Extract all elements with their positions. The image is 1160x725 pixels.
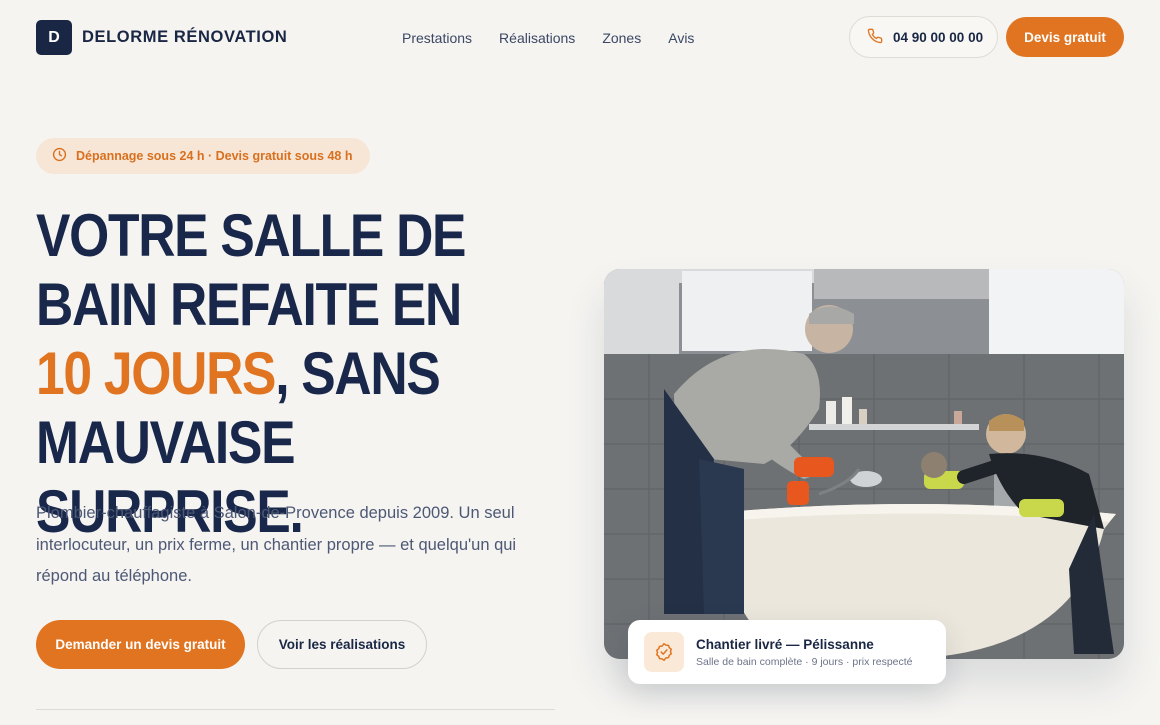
page: D DELORME RÉNOVATION Prestations Réalisa…	[0, 0, 1160, 725]
phone-icon	[867, 28, 883, 47]
headline-accent: 10 JOURS	[36, 340, 276, 407]
nav-item-prestations[interactable]: Prestations	[402, 30, 472, 46]
divider	[36, 709, 555, 710]
proof-card: Chantier livré — Pélissanne Salle de bai…	[628, 620, 946, 684]
brand-name: DELORME RÉNOVATION	[82, 28, 288, 46]
logo[interactable]: D DELORME RÉNOVATION	[36, 20, 287, 55]
headline-line-2: BAIN REFAITE EN	[36, 271, 462, 338]
headline-line-1: VOTRE SALLE DE	[36, 202, 466, 269]
availability-badge: Dépannage sous 24 h · Devis gratuit sous…	[36, 138, 370, 174]
badge-text: Dépannage sous 24 h · Devis gratuit sous…	[76, 149, 353, 163]
logo-mark: D	[36, 20, 72, 55]
clock-icon	[52, 147, 67, 165]
hero-description: Plombier-chauffagiste à Salon-de-Provenc…	[36, 504, 517, 585]
proof-text: Chantier livré — Pélissanne Salle de bai…	[696, 637, 913, 668]
phone-number: 04 90 00 00 00	[893, 29, 984, 45]
phone-button[interactable]: 04 90 00 00 00	[849, 16, 998, 58]
request-quote-button[interactable]: Demander un devis gratuit	[36, 620, 245, 669]
nav-item-realisations[interactable]: Réalisations	[499, 30, 575, 46]
page-title: VOTRE SALLE DE BAIN REFAITE EN 10 JOURS,…	[36, 201, 518, 546]
nav-item-avis[interactable]: Avis	[668, 30, 694, 46]
header-quote-button[interactable]: Devis gratuit	[1006, 17, 1124, 57]
nav-item-zones[interactable]: Zones	[602, 30, 641, 46]
headline-line-3-rest: , SANS	[275, 340, 441, 407]
hero-photo	[604, 269, 1124, 659]
main-nav: Prestations Réalisations Zones Avis	[402, 30, 694, 46]
check-badge-icon	[644, 632, 684, 672]
proof-title: Chantier livré — Pélissanne	[696, 636, 874, 652]
proof-subtitle: Salle de bain complète · 9 jours · prix …	[696, 655, 913, 668]
view-projects-button[interactable]: Voir les réalisations	[257, 620, 427, 669]
